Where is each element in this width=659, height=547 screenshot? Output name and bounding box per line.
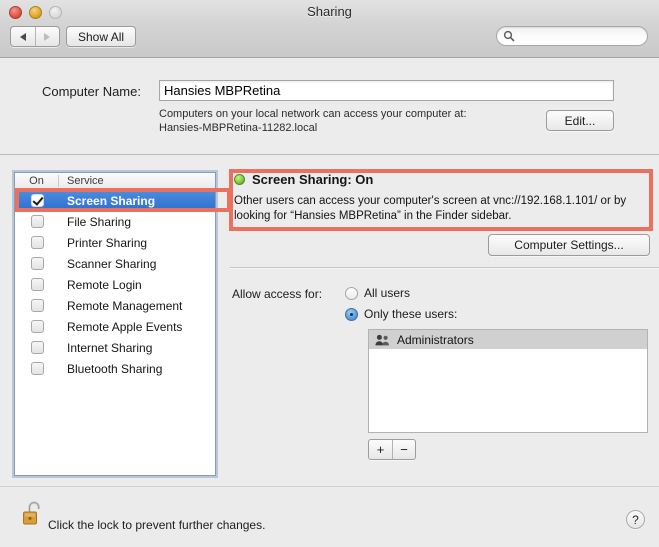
window-titlebar: Sharing Show All <box>0 0 659 58</box>
checkbox-unchecked-icon[interactable] <box>30 299 44 312</box>
triangle-right-icon <box>44 32 51 41</box>
service-row-screen-sharing[interactable]: Screen Sharing <box>15 190 215 211</box>
search-icon <box>503 30 515 42</box>
service-row-label: Remote Apple Events <box>67 319 183 334</box>
lock-hint-text: Click the lock to prevent further change… <box>48 518 266 532</box>
service-row-file-sharing[interactable]: File Sharing <box>15 211 215 232</box>
service-row-remote-apple-events[interactable]: Remote Apple Events <box>15 316 215 337</box>
radio-only-these-users[interactable]: Only these users: <box>345 307 457 321</box>
show-all-button[interactable]: Show All <box>66 26 137 47</box>
status-badge: Screen Sharing: On <box>252 172 374 187</box>
triangle-left-icon <box>19 32 26 41</box>
checkbox-unchecked-icon[interactable] <box>30 236 44 249</box>
column-header-service: Service <box>67 175 104 187</box>
service-enable-cell <box>15 362 59 375</box>
back-button[interactable] <box>11 27 35 46</box>
service-detail-pane: Screen Sharing: On Other users can acces… <box>230 156 659 486</box>
show-all-label: Show All <box>78 29 125 44</box>
allowed-users-list[interactable]: Administrators <box>368 329 648 433</box>
service-row-label: Remote Management <box>67 298 183 313</box>
service-row-label: Remote Login <box>67 277 142 292</box>
service-enable-cell <box>15 320 59 333</box>
radio-button-selected-icon <box>345 307 358 321</box>
radio-all-users-label: All users <box>364 286 411 300</box>
service-status-row: Screen Sharing: On <box>234 172 373 187</box>
green-status-dot-icon <box>234 174 245 185</box>
checkbox-unchecked-icon[interactable] <box>30 257 44 270</box>
checkbox-unchecked-icon[interactable] <box>30 320 44 333</box>
minus-icon: − <box>400 442 408 457</box>
checkbox-checked-icon[interactable] <box>30 194 44 207</box>
service-enable-cell <box>15 299 59 312</box>
service-enable-cell <box>15 194 59 207</box>
service-row-printer-sharing[interactable]: Printer Sharing <box>15 232 215 253</box>
computer-name-help-text: Computers on your local network can acce… <box>159 107 529 135</box>
remove-user-button[interactable]: − <box>392 440 415 459</box>
computer-settings-label: Computer Settings... <box>514 238 624 252</box>
service-row-scanner-sharing[interactable]: Scanner Sharing <box>15 253 215 274</box>
service-list-header: On Service <box>15 173 215 190</box>
service-enable-cell <box>15 257 59 270</box>
service-enable-cell <box>15 215 59 228</box>
user-list-buttons: + − <box>368 439 416 460</box>
service-row-label: Printer Sharing <box>67 235 148 250</box>
forward-button <box>34 27 59 46</box>
radio-all-users[interactable]: All users <box>345 286 410 300</box>
plus-icon: + <box>376 442 385 457</box>
service-description: Other users can access your computer's s… <box>234 195 627 222</box>
service-row-label: Screen Sharing <box>67 193 156 208</box>
bottom-bar: Click the lock to prevent further change… <box>0 486 659 547</box>
sharing-body: On Service Screen Sharing File Sharing Pri… <box>0 156 659 486</box>
computer-name-input[interactable] <box>160 81 613 100</box>
group-of-users-icon <box>375 334 390 346</box>
help-line-1: Computers on your local network can acce… <box>159 108 467 120</box>
allow-access-label: Allow access for: <box>232 287 323 301</box>
service-enable-cell <box>15 236 59 249</box>
edit-button[interactable]: Edit... <box>546 110 614 131</box>
service-row-internet-sharing[interactable]: Internet Sharing <box>15 337 215 358</box>
lock-button[interactable] <box>22 499 46 534</box>
checkbox-unchecked-icon[interactable] <box>30 362 44 375</box>
checkbox-unchecked-icon[interactable] <box>30 278 44 291</box>
help-button[interactable]: ? <box>626 510 645 529</box>
service-row-label: Bluetooth Sharing <box>67 361 163 376</box>
service-row-remote-login[interactable]: Remote Login <box>15 274 215 295</box>
service-row-label: Internet Sharing <box>67 340 153 355</box>
radio-only-these-users-label: Only these users: <box>364 307 458 321</box>
edit-button-label: Edit... <box>564 113 596 128</box>
radio-button-unselected-icon <box>345 286 358 300</box>
sharing-preferences-window: Sharing Show All Computer Name: Hansies … <box>0 0 659 547</box>
service-enable-cell <box>15 278 59 291</box>
computer-name-section: Computer Name: Computers on your local n… <box>0 58 659 155</box>
divider <box>230 267 659 269</box>
navigation-segmented-control <box>10 26 60 47</box>
question-mark-icon: ? <box>632 512 639 527</box>
service-list[interactable]: On Service Screen Sharing File Sharing Pri… <box>14 172 216 476</box>
computer-name-label: Computer Name: <box>42 84 141 99</box>
help-line-2: Hansies-MBPRetina-11282.local <box>159 122 318 134</box>
list-item[interactable]: Administrators <box>369 330 647 349</box>
page-title: Sharing <box>307 4 352 19</box>
computer-name-field-wrapper[interactable] <box>159 80 614 101</box>
service-list-rows: Screen Sharing File Sharing Printer Sharin… <box>15 190 215 379</box>
add-user-button[interactable]: + <box>369 440 392 459</box>
service-row-remote-management[interactable]: Remote Management <box>15 295 215 316</box>
service-row-label: File Sharing <box>67 214 132 229</box>
service-row-bluetooth-sharing[interactable]: Bluetooth Sharing <box>15 358 215 379</box>
checkbox-unchecked-icon[interactable] <box>30 215 44 228</box>
service-row-label: Scanner Sharing <box>67 256 157 271</box>
search-input[interactable] <box>518 29 640 43</box>
open-padlock-icon <box>23 501 40 525</box>
computer-settings-button[interactable]: Computer Settings... <box>488 234 650 256</box>
list-item-label: Administrators <box>397 332 474 347</box>
service-enable-cell <box>15 341 59 354</box>
column-header-on: On <box>15 175 59 187</box>
search-field[interactable] <box>496 26 648 46</box>
checkbox-unchecked-icon[interactable] <box>30 341 44 354</box>
